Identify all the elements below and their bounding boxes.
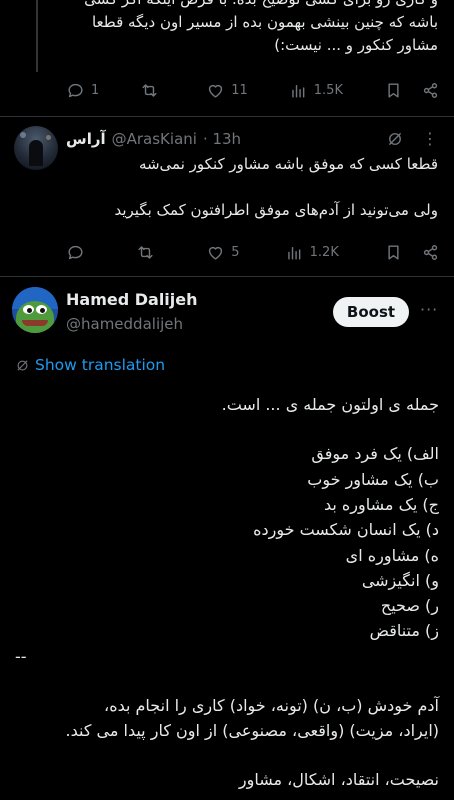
reply-handle[interactable]: @ArasKiani bbox=[112, 130, 197, 148]
share-button[interactable] bbox=[421, 243, 440, 262]
heart-icon bbox=[209, 246, 223, 260]
body-line: نصیحت، انتقاد، اشکال، مشاور bbox=[238, 770, 439, 789]
main-display-name[interactable]: Hamed Dalijeh bbox=[66, 290, 198, 309]
boost-button[interactable]: Boost bbox=[333, 297, 409, 327]
reply-icon bbox=[68, 245, 83, 259]
share-button[interactable] bbox=[421, 81, 440, 100]
top-tweet-line: باشه که چنین بینشی بهمون بده از مسیر اون… bbox=[91, 13, 438, 31]
tweet-divider bbox=[0, 276, 454, 277]
main-avatar[interactable] bbox=[12, 287, 58, 333]
body-line: ج) یک مشاوره بد bbox=[323, 495, 439, 514]
more-options-icon[interactable]: ··· bbox=[420, 300, 438, 319]
grok-icon[interactable] bbox=[386, 130, 404, 148]
reply-avatar[interactable] bbox=[14, 126, 58, 170]
views-icon bbox=[287, 246, 301, 260]
body-line: ز) متناقض bbox=[369, 621, 439, 640]
views-button[interactable]: 1.2K bbox=[285, 243, 339, 262]
share-icon bbox=[423, 82, 438, 98]
tweet-divider bbox=[0, 116, 454, 117]
views-count: 1.2K bbox=[309, 244, 339, 260]
body-line: الف) یک فرد موفق bbox=[311, 444, 439, 463]
body-line: (ایراد، مزیت) (واقعی، مصنوعی) از اون کار… bbox=[65, 721, 440, 740]
like-button[interactable]: 11 bbox=[206, 81, 248, 100]
bookmark-button[interactable] bbox=[384, 243, 403, 262]
reply-paragraph: ولی می‌تونید از آدم‌های موفق اطرافتون کم… bbox=[114, 201, 438, 219]
reply-body: قطعا کسی که موفق باشه مشاور کنکور نمی‌شه… bbox=[66, 153, 438, 245]
reply-count: 1 bbox=[91, 82, 100, 98]
retweet-icon bbox=[142, 83, 157, 97]
reply-display-name[interactable]: آراس bbox=[66, 130, 106, 148]
body-line: و) انگیزشی bbox=[361, 571, 439, 590]
retweet-button[interactable] bbox=[136, 243, 161, 262]
reply-header: آراس @ArasKiani · 13h ⋮ bbox=[66, 128, 438, 150]
show-translation-label: Show translation bbox=[35, 356, 166, 374]
translate-icon bbox=[17, 360, 28, 370]
share-icon bbox=[423, 244, 438, 260]
reply-icon bbox=[68, 83, 83, 97]
body-line: ر) صحیح bbox=[380, 596, 439, 615]
like-count: 11 bbox=[231, 82, 248, 98]
show-translation-link[interactable]: Show translation bbox=[15, 356, 165, 374]
retweet-button[interactable] bbox=[140, 81, 165, 100]
bookmark-button[interactable] bbox=[384, 81, 403, 100]
body-line: ب) یک مشاور خوب bbox=[307, 470, 439, 489]
like-button[interactable]: 5 bbox=[206, 243, 240, 262]
reply-button[interactable]: 1 bbox=[66, 81, 99, 100]
views-icon bbox=[292, 84, 305, 98]
heart-icon bbox=[209, 84, 223, 98]
reply-paragraph: قطعا کسی که موفق باشه مشاور کنکور نمی‌شه bbox=[138, 155, 438, 173]
like-count: 5 bbox=[231, 244, 240, 260]
body-line: جمله ی اولتون جمله ی ... است. bbox=[221, 395, 439, 414]
retweet-icon bbox=[138, 245, 153, 259]
thread-connector bbox=[36, 0, 38, 72]
body-line: آدم خودش (ب، ن) (تونه، خواد) کاری را انج… bbox=[104, 696, 439, 715]
bookmark-icon bbox=[388, 82, 399, 98]
top-tweet-actions: 1 11 1.5K bbox=[66, 77, 440, 103]
top-tweet-line: مشاور کنکور و ... نیست:) bbox=[274, 36, 438, 54]
reply-button[interactable] bbox=[66, 243, 91, 262]
body-line: ه) مشاوره ای bbox=[345, 546, 439, 565]
views-count: 1.5K bbox=[313, 82, 343, 98]
body-line: د) یک انسان شکست خورده bbox=[253, 520, 439, 539]
more-options-icon[interactable]: ⋮ bbox=[422, 131, 438, 147]
main-handle[interactable]: @hameddalijeh bbox=[66, 315, 183, 333]
top-tweet-line: و کاری رو برای کسی توضیح بده. با فرض این… bbox=[66, 0, 438, 11]
top-tweet-text: و کاری رو برای کسی توضیح بده. با فرض این… bbox=[66, 0, 438, 57]
body-line: -- bbox=[15, 647, 27, 666]
reply-timestamp[interactable]: · 13h bbox=[203, 130, 241, 148]
bookmark-icon bbox=[388, 244, 399, 260]
views-button[interactable]: 1.5K bbox=[289, 81, 343, 100]
reply-tweet-actions: 5 1.2K bbox=[66, 239, 440, 265]
